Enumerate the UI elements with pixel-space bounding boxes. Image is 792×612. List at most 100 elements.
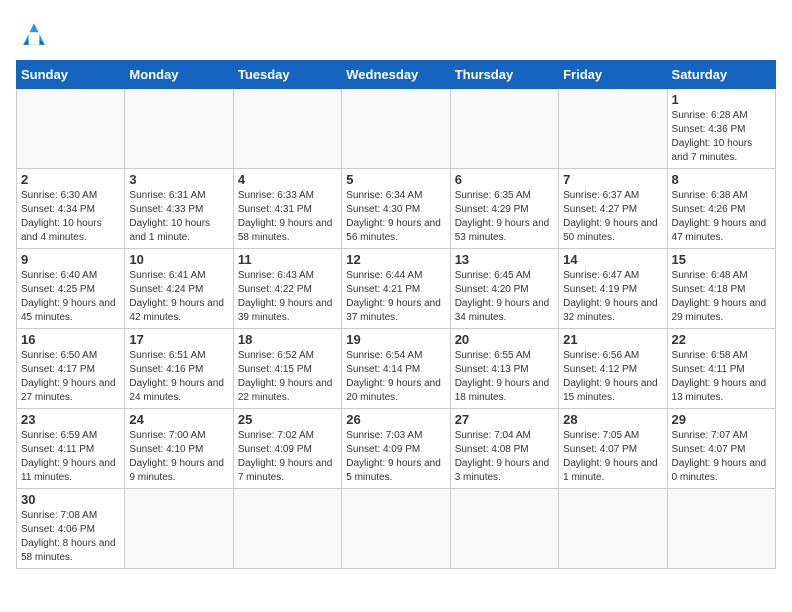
day-number: 7 bbox=[563, 172, 662, 187]
day-number: 5 bbox=[346, 172, 445, 187]
calendar-cell: 29Sunrise: 7:07 AM Sunset: 4:07 PM Dayli… bbox=[667, 409, 775, 489]
weekday-header: Sunday bbox=[17, 61, 125, 89]
day-info: Sunrise: 6:34 AM Sunset: 4:30 PM Dayligh… bbox=[346, 189, 445, 245]
day-number: 1 bbox=[672, 92, 771, 107]
day-number: 10 bbox=[129, 252, 228, 267]
day-info: Sunrise: 6:30 AM Sunset: 4:34 PM Dayligh… bbox=[21, 189, 120, 245]
calendar-week-row: 30 Sunrise: 7:08 AM Sunset: 4:06 PM Dayli… bbox=[17, 489, 776, 569]
day-info: Sunrise: 6:50 AM Sunset: 4:17 PM Dayligh… bbox=[21, 349, 120, 405]
day-number: 16 bbox=[21, 332, 120, 347]
weekday-header: Wednesday bbox=[342, 61, 450, 89]
calendar-cell bbox=[342, 89, 450, 169]
day-info: Sunrise: 6:55 AM Sunset: 4:13 PM Dayligh… bbox=[455, 349, 554, 405]
day-number: 28 bbox=[563, 412, 662, 427]
calendar-cell: 15 Sunrise: 6:48 AM Sunset: 4:18 PM Dayli… bbox=[667, 249, 775, 329]
day-number: 30 bbox=[21, 492, 120, 507]
day-info: Sunrise: 7:07 AM Sunset: 4:07 PM Dayligh… bbox=[672, 429, 771, 485]
day-number: 4 bbox=[238, 172, 337, 187]
calendar-cell: 13 Sunrise: 6:45 AM Sunset: 4:20 PM Dayli… bbox=[450, 249, 558, 329]
calendar-cell bbox=[559, 89, 667, 169]
calendar-week-row: 16 Sunrise: 6:50 AM Sunset: 4:17 PM Dayli… bbox=[17, 329, 776, 409]
day-info: Sunrise: 7:00 AM Sunset: 4:10 PM Dayligh… bbox=[129, 429, 228, 485]
general-blue-logo-icon bbox=[16, 16, 52, 52]
day-info: Sunrise: 7:03 AM Sunset: 4:09 PM Dayligh… bbox=[346, 429, 445, 485]
calendar-cell: 21 Sunrise: 6:56 AM Sunset: 4:12 PM Dayli… bbox=[559, 329, 667, 409]
day-number: 11 bbox=[238, 252, 337, 267]
calendar-cell bbox=[450, 89, 558, 169]
calendar-cell: 12 Sunrise: 6:44 AM Sunset: 4:21 PM Dayli… bbox=[342, 249, 450, 329]
day-info: Sunrise: 7:05 AM Sunset: 4:07 PM Dayligh… bbox=[563, 429, 662, 485]
day-number: 8 bbox=[672, 172, 771, 187]
calendar-cell: 7 Sunrise: 6:37 AM Sunset: 4:27 PM Daylig… bbox=[559, 169, 667, 249]
day-number: 18 bbox=[238, 332, 337, 347]
weekday-header: Tuesday bbox=[233, 61, 341, 89]
day-number: 2 bbox=[21, 172, 120, 187]
calendar-cell: 25Sunrise: 7:02 AM Sunset: 4:09 PM Dayli… bbox=[233, 409, 341, 489]
day-number: 19 bbox=[346, 332, 445, 347]
day-info: Sunrise: 6:58 AM Sunset: 4:11 PM Dayligh… bbox=[672, 349, 771, 405]
calendar-cell: 5 Sunrise: 6:34 AM Sunset: 4:30 PM Daylig… bbox=[342, 169, 450, 249]
calendar-cell: 3Sunrise: 6:31 AM Sunset: 4:33 PM Daylig… bbox=[125, 169, 233, 249]
calendar-cell: 17 Sunrise: 6:51 AM Sunset: 4:16 PM Dayli… bbox=[125, 329, 233, 409]
day-number: 21 bbox=[563, 332, 662, 347]
day-number: 12 bbox=[346, 252, 445, 267]
calendar-cell: 8 Sunrise: 6:38 AM Sunset: 4:26 PM Daylig… bbox=[667, 169, 775, 249]
day-info: Sunrise: 6:52 AM Sunset: 4:15 PM Dayligh… bbox=[238, 349, 337, 405]
calendar-cell bbox=[559, 489, 667, 569]
day-info: Sunrise: 7:04 AM Sunset: 4:08 PM Dayligh… bbox=[455, 429, 554, 485]
day-number: 26 bbox=[346, 412, 445, 427]
calendar-cell bbox=[667, 489, 775, 569]
calendar-week-row: 9Sunrise: 6:40 AM Sunset: 4:25 PM Daylig… bbox=[17, 249, 776, 329]
day-info: Sunrise: 6:44 AM Sunset: 4:21 PM Dayligh… bbox=[346, 269, 445, 325]
weekday-header: Monday bbox=[125, 61, 233, 89]
calendar-cell bbox=[233, 489, 341, 569]
day-number: 22 bbox=[672, 332, 771, 347]
calendar-cell: 10Sunrise: 6:41 AM Sunset: 4:24 PM Dayli… bbox=[125, 249, 233, 329]
calendar-cell: 14Sunrise: 6:47 AM Sunset: 4:19 PM Dayli… bbox=[559, 249, 667, 329]
logo bbox=[16, 16, 56, 52]
day-number: 15 bbox=[672, 252, 771, 267]
calendar-cell bbox=[233, 89, 341, 169]
day-info: Sunrise: 6:59 AM Sunset: 4:11 PM Dayligh… bbox=[21, 429, 120, 485]
day-number: 25 bbox=[238, 412, 337, 427]
calendar-cell bbox=[450, 489, 558, 569]
day-info: Sunrise: 6:48 AM Sunset: 4:18 PM Dayligh… bbox=[672, 269, 771, 325]
day-info: Sunrise: 6:28 AM Sunset: 4:36 PM Dayligh… bbox=[672, 109, 771, 165]
weekday-header-row: SundayMondayTuesdayWednesdayThursdayFrid… bbox=[17, 61, 776, 89]
day-number: 24 bbox=[129, 412, 228, 427]
day-number: 27 bbox=[455, 412, 554, 427]
calendar-table: SundayMondayTuesdayWednesdayThursdayFrid… bbox=[16, 60, 776, 569]
weekday-header: Friday bbox=[559, 61, 667, 89]
calendar-cell bbox=[125, 89, 233, 169]
day-info: Sunrise: 6:56 AM Sunset: 4:12 PM Dayligh… bbox=[563, 349, 662, 405]
calendar-cell: 11 Sunrise: 6:43 AM Sunset: 4:22 PM Dayli… bbox=[233, 249, 341, 329]
calendar-cell: 22 Sunrise: 6:58 AM Sunset: 4:11 PM Dayli… bbox=[667, 329, 775, 409]
day-number: 9 bbox=[21, 252, 120, 267]
day-number: 6 bbox=[455, 172, 554, 187]
day-info: Sunrise: 6:54 AM Sunset: 4:14 PM Dayligh… bbox=[346, 349, 445, 405]
calendar-cell: 28 Sunrise: 7:05 AM Sunset: 4:07 PM Dayli… bbox=[559, 409, 667, 489]
calendar-cell: 24 Sunrise: 7:00 AM Sunset: 4:10 PM Dayli… bbox=[125, 409, 233, 489]
day-number: 14 bbox=[563, 252, 662, 267]
day-info: Sunrise: 6:37 AM Sunset: 4:27 PM Dayligh… bbox=[563, 189, 662, 245]
calendar-week-row: 1 Sunrise: 6:28 AM Sunset: 4:36 PM Daylig… bbox=[17, 89, 776, 169]
calendar-cell: 4Sunrise: 6:33 AM Sunset: 4:31 PM Daylig… bbox=[233, 169, 341, 249]
calendar-week-row: 23Sunrise: 6:59 AM Sunset: 4:11 PM Dayli… bbox=[17, 409, 776, 489]
calendar-cell: 23Sunrise: 6:59 AM Sunset: 4:11 PM Dayli… bbox=[17, 409, 125, 489]
calendar-cell: 1 Sunrise: 6:28 AM Sunset: 4:36 PM Daylig… bbox=[667, 89, 775, 169]
day-info: Sunrise: 6:51 AM Sunset: 4:16 PM Dayligh… bbox=[129, 349, 228, 405]
day-info: Sunrise: 6:43 AM Sunset: 4:22 PM Dayligh… bbox=[238, 269, 337, 325]
day-info: Sunrise: 6:38 AM Sunset: 4:26 PM Dayligh… bbox=[672, 189, 771, 245]
calendar-cell bbox=[17, 89, 125, 169]
day-number: 3 bbox=[129, 172, 228, 187]
calendar-cell: 16 Sunrise: 6:50 AM Sunset: 4:17 PM Dayli… bbox=[17, 329, 125, 409]
day-info: Sunrise: 6:45 AM Sunset: 4:20 PM Dayligh… bbox=[455, 269, 554, 325]
day-info: Sunrise: 6:35 AM Sunset: 4:29 PM Dayligh… bbox=[455, 189, 554, 245]
weekday-header: Saturday bbox=[667, 61, 775, 89]
day-number: 17 bbox=[129, 332, 228, 347]
calendar-cell: 30 Sunrise: 7:08 AM Sunset: 4:06 PM Dayli… bbox=[17, 489, 125, 569]
day-info: Sunrise: 7:08 AM Sunset: 4:06 PM Dayligh… bbox=[21, 509, 120, 565]
day-number: 13 bbox=[455, 252, 554, 267]
calendar-cell bbox=[342, 489, 450, 569]
day-number: 20 bbox=[455, 332, 554, 347]
